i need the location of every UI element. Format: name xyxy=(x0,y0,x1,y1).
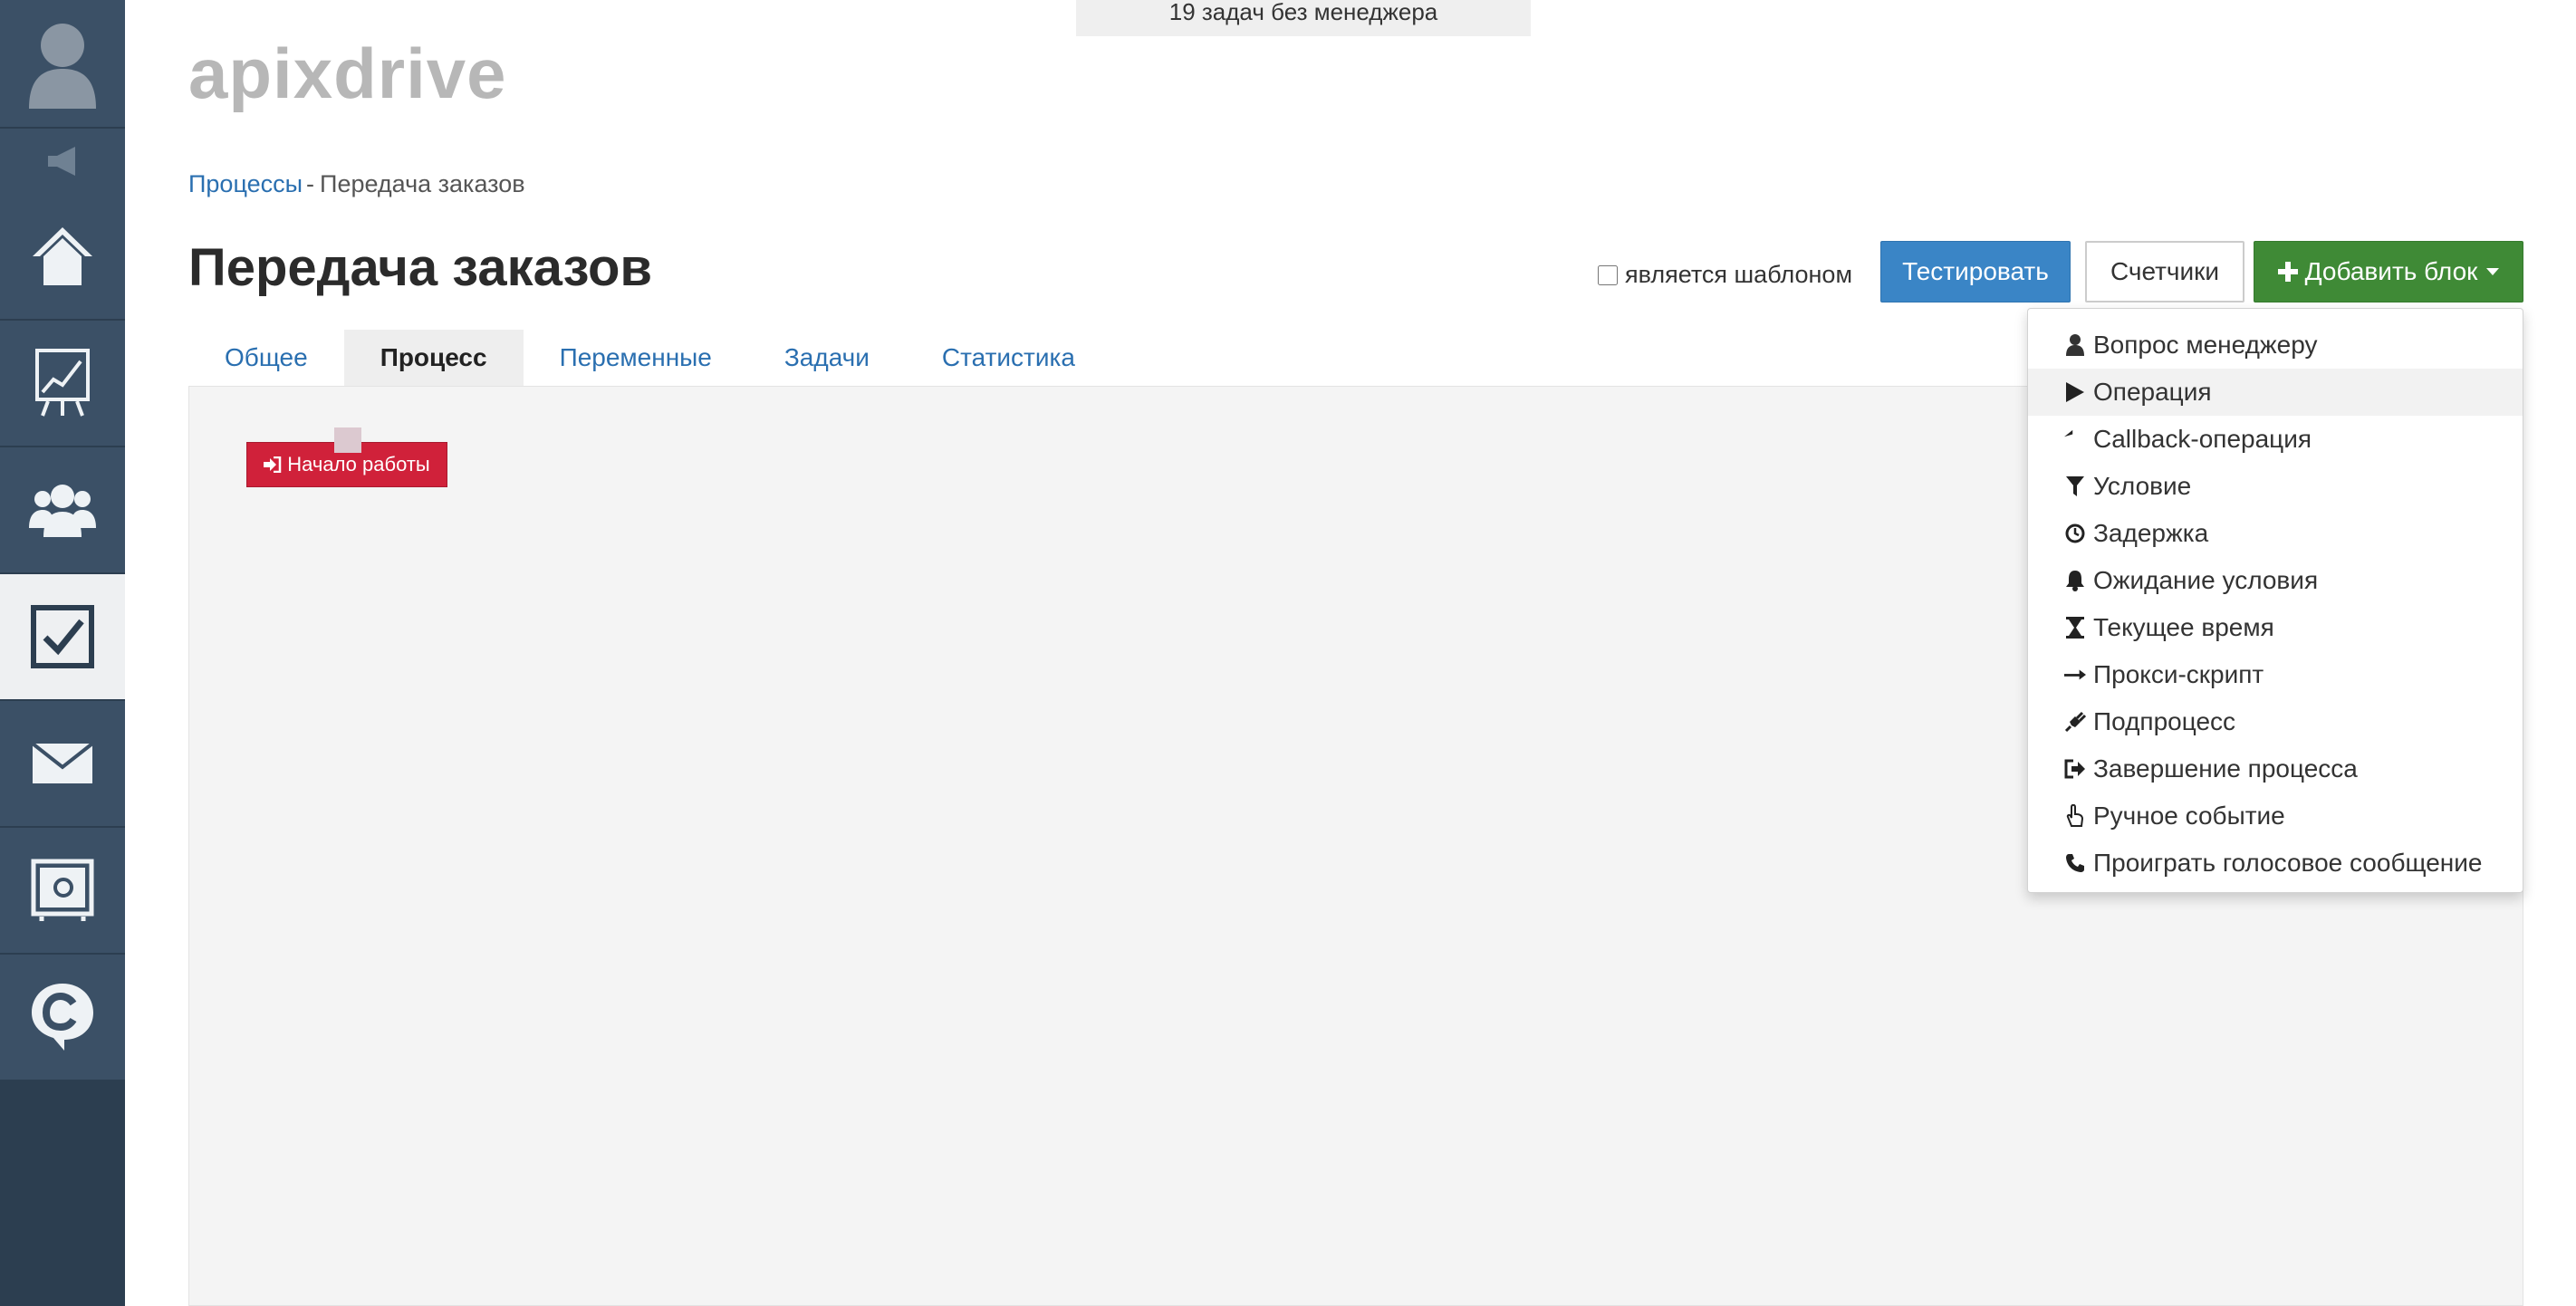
filter-icon xyxy=(2064,474,2086,499)
tab-statistics[interactable]: Статистика xyxy=(906,330,1111,386)
menu-item-label: Текущее время xyxy=(2093,613,2274,641)
breadcrumb-current: Передача заказов xyxy=(320,170,525,197)
tab-variables[interactable]: Переменные xyxy=(524,330,748,386)
template-checkbox[interactable] xyxy=(1598,264,1618,285)
menu-item-manual-event[interactable]: Ручное событие xyxy=(2028,792,2523,840)
hand-pointer-icon xyxy=(2064,803,2086,829)
counters-button[interactable]: Счетчики xyxy=(2085,241,2244,302)
unassigned-tasks-notice[interactable]: 19 задач без менеджера xyxy=(1076,0,1531,36)
user-icon xyxy=(2064,332,2086,358)
sign-out-icon xyxy=(2064,756,2086,782)
menu-item-play-voice-message[interactable]: Проиграть голосовое сообщение xyxy=(2028,840,2523,887)
page-title: Передача заказов xyxy=(188,238,653,297)
tabs: Общее Процесс Переменные Задачи Статисти… xyxy=(188,330,1111,386)
tasks-checkbox-icon xyxy=(31,605,94,668)
menu-item-label: Операция xyxy=(2093,378,2212,406)
menu-item-delay[interactable]: Задержка xyxy=(2028,510,2523,557)
breadcrumb-link-processes[interactable]: Процессы xyxy=(188,170,303,197)
menu-item-manager-question[interactable]: Вопрос менеджеру xyxy=(2028,322,2523,369)
home-icon xyxy=(33,227,92,285)
menu-item-label: Ожидание условия xyxy=(2093,566,2319,594)
menu-item-label: Условие xyxy=(2093,472,2192,500)
sidebar-item-reports[interactable] xyxy=(0,321,125,447)
tab-tasks[interactable]: Задачи xyxy=(748,330,906,386)
reply-icon xyxy=(2064,427,2086,452)
start-block-label: Начало работы xyxy=(287,453,430,475)
menu-item-wait-condition[interactable]: Ожидание условия xyxy=(2028,557,2523,604)
hourglass-icon xyxy=(2064,615,2086,640)
test-button[interactable]: Тестировать xyxy=(1880,241,2071,302)
add-block-button[interactable]: Добавить блок xyxy=(2254,241,2523,302)
users-icon xyxy=(29,485,96,537)
menu-item-label: Callback-операция xyxy=(2093,425,2312,453)
user-avatar-icon xyxy=(29,24,96,109)
add-block-label: Добавить блок xyxy=(2304,257,2478,285)
sidebar-item-mail[interactable] xyxy=(0,701,125,828)
menu-item-label: Вопрос менеджеру xyxy=(2093,331,2318,359)
sidebar-item-home[interactable] xyxy=(0,194,125,321)
sidebar-notifications[interactable] xyxy=(0,127,125,196)
menu-item-label: Ручное событие xyxy=(2093,802,2285,830)
megaphone-icon xyxy=(48,147,75,176)
add-block-dropdown: Вопрос менеджеру Операция Callback-опера… xyxy=(2027,308,2523,893)
menu-item-subprocess[interactable]: Подпроцесс xyxy=(2028,698,2523,745)
plus-icon xyxy=(2277,262,2298,282)
menu-item-callback-operation[interactable]: Callback-операция xyxy=(2028,416,2523,463)
start-block-connector-handle[interactable] xyxy=(334,427,361,453)
menu-item-operation[interactable]: Операция xyxy=(2028,369,2523,416)
caret-down-icon xyxy=(2486,268,2500,275)
breadcrumb: Процессы - Передача заказов xyxy=(188,170,525,198)
menu-item-condition[interactable]: Условие xyxy=(2028,463,2523,510)
sign-in-icon xyxy=(264,456,282,473)
menu-item-label: Подпроцесс xyxy=(2093,707,2236,735)
menu-item-process-end[interactable]: Завершение процесса xyxy=(2028,745,2523,792)
brand-title: apixdrive xyxy=(188,34,507,113)
menu-item-label: Проиграть голосовое сообщение xyxy=(2093,849,2483,877)
arrow-right-icon xyxy=(2064,662,2086,687)
menu-item-label: Прокси-скрипт xyxy=(2093,660,2264,688)
menu-item-label: Завершение процесса xyxy=(2093,754,2358,783)
clock-icon xyxy=(2064,521,2086,546)
phone-icon xyxy=(2064,850,2086,876)
menu-item-label: Задержка xyxy=(2093,519,2209,547)
play-icon xyxy=(2064,379,2086,405)
avatar[interactable] xyxy=(0,0,125,127)
sidebar-item-users[interactable] xyxy=(0,447,125,574)
bell-icon xyxy=(2064,568,2086,593)
template-toggle[interactable]: является шаблоном xyxy=(1598,261,1852,289)
mail-icon xyxy=(31,742,94,783)
breadcrumb-separator: - xyxy=(306,170,315,197)
safe-icon xyxy=(31,859,94,921)
tab-general[interactable]: Общее xyxy=(188,330,344,386)
sidebar-item-processes[interactable] xyxy=(0,574,125,701)
menu-item-proxy-script[interactable]: Прокси-скрипт xyxy=(2028,651,2523,698)
sidebar xyxy=(0,0,125,1306)
chat-c-icon xyxy=(32,984,93,1051)
chart-board-icon xyxy=(35,349,90,417)
plug-icon xyxy=(2064,709,2086,735)
sidebar-item-safe[interactable] xyxy=(0,828,125,955)
tab-process[interactable]: Процесс xyxy=(343,330,524,386)
sidebar-item-chat[interactable] xyxy=(0,955,125,1081)
notice-text: 19 задач без менеджера xyxy=(1168,0,1438,25)
template-label: является шаблоном xyxy=(1625,261,1853,288)
menu-item-current-time[interactable]: Текущее время xyxy=(2028,604,2523,651)
